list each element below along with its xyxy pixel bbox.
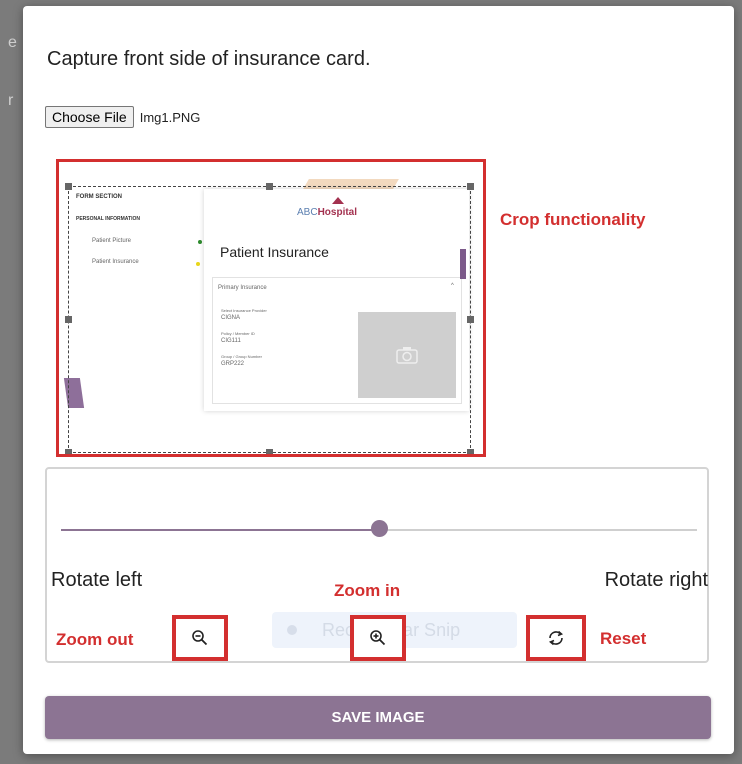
- zoom-in-button[interactable]: [350, 615, 406, 661]
- reset-button[interactable]: [526, 615, 586, 661]
- crop-handle[interactable]: [467, 183, 474, 190]
- crop-handle[interactable]: [65, 449, 72, 454]
- rotate-left-button[interactable]: Rotate left: [51, 569, 142, 592]
- rotate-right-button[interactable]: Rotate right: [605, 569, 708, 592]
- zoom-in-icon: [370, 630, 386, 646]
- zoom-out-button[interactable]: [172, 615, 228, 661]
- background-fragment: e: [8, 34, 17, 51]
- capture-modal: Capture front side of insurance card. Ch…: [23, 6, 734, 754]
- background-fragment: r: [8, 92, 14, 109]
- crop-handle[interactable]: [467, 316, 474, 323]
- file-name: Img1.PNG: [139, 109, 201, 125]
- crop-handle[interactable]: [266, 449, 273, 454]
- zoom-out-annotation: Zoom out: [56, 630, 134, 649]
- slider-thumb[interactable]: [370, 520, 388, 537]
- file-input-row: Choose File Img1.PNG: [45, 106, 200, 128]
- crop-handle[interactable]: [266, 183, 273, 190]
- crop-handle[interactable]: [65, 316, 72, 323]
- crop-handle[interactable]: [467, 449, 474, 454]
- snip-dot-icon: [287, 625, 297, 635]
- choose-file-button[interactable]: Choose File: [45, 106, 134, 128]
- slider-fill: [61, 529, 379, 531]
- zoom-in-annotation: Zoom in: [334, 581, 401, 600]
- crop-box[interactable]: [68, 186, 471, 453]
- reset-annotation: Reset: [600, 629, 647, 648]
- save-image-button[interactable]: SAVE IMAGE: [45, 696, 711, 739]
- modal-title: Capture front side of insurance card.: [47, 48, 371, 70]
- crop-area[interactable]: FORM SECTION PERSONAL INFORMATION Patien…: [56, 159, 486, 457]
- image-controls: Rotate left Rotate right Zoom in Rectang…: [45, 467, 709, 663]
- reset-icon: [548, 630, 564, 646]
- crop-annotation: Crop functionality: [500, 210, 646, 229]
- zoom-out-icon: [192, 630, 208, 646]
- crop-handle[interactable]: [65, 183, 72, 190]
